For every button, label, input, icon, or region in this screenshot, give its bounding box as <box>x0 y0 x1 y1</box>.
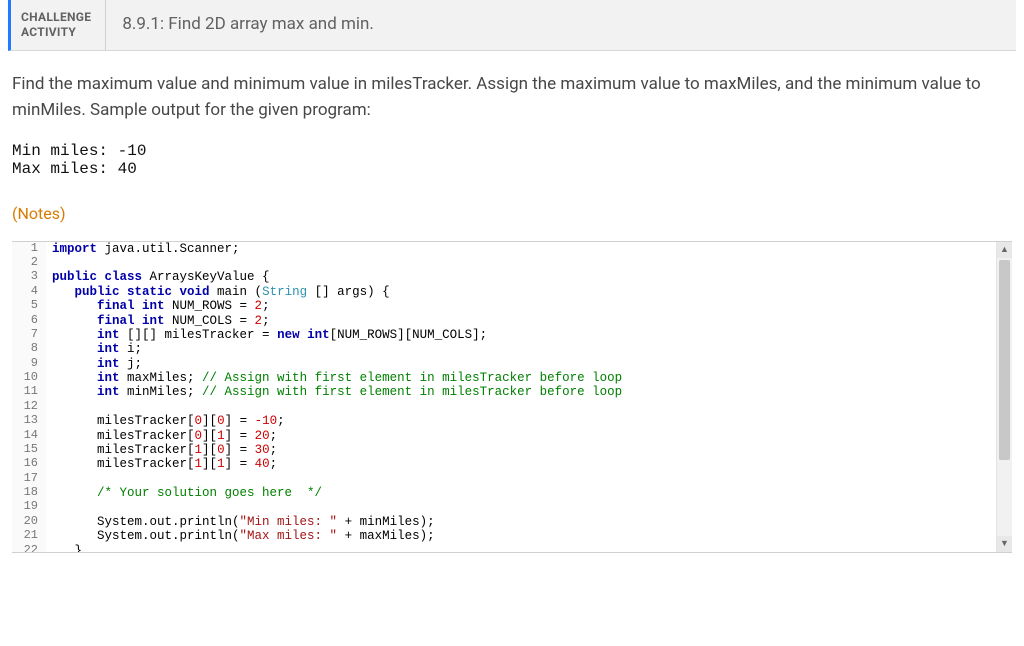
scroll-up-button[interactable]: ▲ <box>997 242 1012 258</box>
line-number: 18 <box>12 486 46 500</box>
code-line: 8 int i; <box>12 342 996 356</box>
code-cell[interactable]: int [][] milesTracker = new int[NUM_ROWS… <box>46 328 996 342</box>
code-cell[interactable]: int maxMiles; // Assign with first eleme… <box>46 371 996 385</box>
code-line: 1import java.util.Scanner; <box>12 242 996 256</box>
challenge-label-line2: ACTIVITY <box>21 25 91 40</box>
code-cell[interactable]: milesTracker[0][1] = 20; <box>46 429 996 443</box>
line-number: 11 <box>12 385 46 399</box>
line-number: 1 <box>12 242 46 256</box>
code-line: 6 final int NUM_COLS = 2; <box>12 314 996 328</box>
line-number: 6 <box>12 314 46 328</box>
line-number: 10 <box>12 371 46 385</box>
code-line: 12 <box>12 400 996 414</box>
challenge-header: CHALLENGE ACTIVITY 8.9.1: Find 2D array … <box>8 0 1016 51</box>
line-number: 17 <box>12 472 46 486</box>
code-line: 2 <box>12 256 996 270</box>
line-number: 13 <box>12 414 46 428</box>
line-number: 8 <box>12 342 46 356</box>
code-cell[interactable]: int i; <box>46 342 996 356</box>
line-number: 15 <box>12 443 46 457</box>
code-cell[interactable] <box>46 500 996 514</box>
sample-output: Min miles: -10 Max miles: 40 <box>12 142 1012 178</box>
line-number: 3 <box>12 270 46 284</box>
code-line: 13 milesTracker[0][0] = -10; <box>12 414 996 428</box>
code-line: 19 <box>12 500 996 514</box>
code-line: 16 milesTracker[1][1] = 40; <box>12 457 996 471</box>
line-number: 9 <box>12 357 46 371</box>
code-editor[interactable]: 1import java.util.Scanner;2 3public clas… <box>12 241 1012 553</box>
code-cell[interactable] <box>46 256 996 270</box>
code-cell[interactable]: final int NUM_COLS = 2; <box>46 314 996 328</box>
code-line: 10 int maxMiles; // Assign with first el… <box>12 371 996 385</box>
code-cell[interactable]: System.out.println("Max miles: " + maxMi… <box>46 529 996 543</box>
code-line: 22 } <box>12 544 996 552</box>
code-line: 11 int minMiles; // Assign with first el… <box>12 385 996 399</box>
code-cell[interactable]: } <box>46 544 996 552</box>
code-cell[interactable]: System.out.println("Min miles: " + minMi… <box>46 515 996 529</box>
notes-link[interactable]: (Notes) <box>12 204 1012 223</box>
code-line: 17 <box>12 472 996 486</box>
code-cell[interactable]: milesTracker[1][1] = 40; <box>46 457 996 471</box>
code-line: 5 final int NUM_ROWS = 2; <box>12 299 996 313</box>
line-number: 12 <box>12 400 46 414</box>
line-number: 5 <box>12 299 46 313</box>
problem-statement: Find the maximum value and minimum value… <box>12 71 1012 124</box>
scrollbar[interactable]: ▲ ▼ <box>996 242 1012 552</box>
code-cell[interactable]: public static void main (String [] args)… <box>46 285 996 299</box>
code-cell[interactable]: int minMiles; // Assign with first eleme… <box>46 385 996 399</box>
code-cell[interactable]: public class ArraysKeyValue { <box>46 270 996 284</box>
line-number: 2 <box>12 256 46 270</box>
code-table: 1import java.util.Scanner;2 3public clas… <box>12 242 996 552</box>
challenge-title: 8.9.1: Find 2D array max and min. <box>106 0 390 50</box>
challenge-label: CHALLENGE ACTIVITY <box>11 0 105 50</box>
code-cell[interactable]: import java.util.Scanner; <box>46 242 996 256</box>
line-number: 7 <box>12 328 46 342</box>
line-number: 20 <box>12 515 46 529</box>
code-line: 3public class ArraysKeyValue { <box>12 270 996 284</box>
code-cell[interactable] <box>46 472 996 486</box>
code-line: 21 System.out.println("Max miles: " + ma… <box>12 529 996 543</box>
code-line: 20 System.out.println("Min miles: " + mi… <box>12 515 996 529</box>
line-number: 16 <box>12 457 46 471</box>
code-cell[interactable]: final int NUM_ROWS = 2; <box>46 299 996 313</box>
code-line: 15 milesTracker[1][0] = 30; <box>12 443 996 457</box>
line-number: 4 <box>12 285 46 299</box>
code-line: 9 int j; <box>12 357 996 371</box>
code-line: 7 int [][] milesTracker = new int[NUM_RO… <box>12 328 996 342</box>
challenge-label-line1: CHALLENGE <box>21 10 91 25</box>
code-line: 4 public static void main (String [] arg… <box>12 285 996 299</box>
scroll-thumb[interactable] <box>999 260 1010 460</box>
code-cell[interactable]: int j; <box>46 357 996 371</box>
scroll-down-button[interactable]: ▼ <box>997 536 1012 552</box>
code-cell[interactable]: /* Your solution goes here */ <box>46 486 996 500</box>
code-line: 18 /* Your solution goes here */ <box>12 486 996 500</box>
code-line: 14 milesTracker[0][1] = 20; <box>12 429 996 443</box>
code-cell[interactable]: milesTracker[1][0] = 30; <box>46 443 996 457</box>
line-number: 14 <box>12 429 46 443</box>
code-cell[interactable]: milesTracker[0][0] = -10; <box>46 414 996 428</box>
line-number: 22 <box>12 544 46 552</box>
line-number: 19 <box>12 500 46 514</box>
line-number: 21 <box>12 529 46 543</box>
code-cell[interactable] <box>46 400 996 414</box>
